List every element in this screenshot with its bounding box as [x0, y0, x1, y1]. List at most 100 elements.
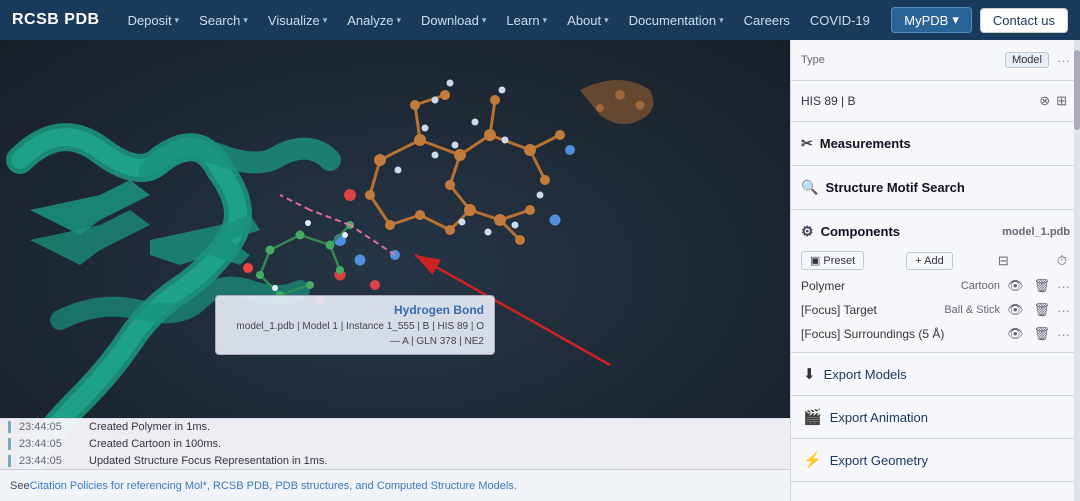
mypdb-button[interactable]: MyPDB ▾: [891, 7, 972, 33]
export-models-icon: ⬇: [803, 365, 816, 383]
export-models-row[interactable]: ⬇ Export Models: [791, 359, 1080, 389]
polymer-label: Polymer: [801, 279, 957, 293]
focus-target-label: [Focus] Target: [801, 303, 940, 317]
contact-button[interactable]: Contact us: [980, 8, 1068, 33]
components-title-row[interactable]: ⚙ Components model_1.pdb: [791, 216, 1080, 247]
log-time-2: 23:44:05: [19, 438, 79, 450]
add-button[interactable]: + Add: [906, 252, 952, 270]
type-value: Model: [1005, 52, 1049, 68]
polymer-row: Polymer Cartoon 👁 🗑 ···: [791, 274, 1080, 298]
focus-surroundings-eye-btn[interactable]: 👁: [1004, 325, 1027, 343]
chevron-down-icon: ▾: [243, 15, 248, 26]
his-label: HIS 89 | B: [801, 94, 1036, 108]
measurements-icon: ✂: [801, 135, 813, 152]
type-menu-icon[interactable]: ···: [1057, 53, 1070, 68]
focus-target-eye-btn[interactable]: 👁: [1004, 301, 1027, 319]
chevron-down-icon: ▾: [396, 15, 401, 26]
type-label: Type: [801, 54, 825, 66]
export-animation-icon: 🎬: [803, 408, 822, 426]
nav-learn[interactable]: Learn ▾: [496, 0, 557, 40]
footer-citation-link[interactable]: Citation Policies for referencing Mol*, …: [30, 480, 517, 492]
scrollbar-track[interactable]: [1074, 40, 1080, 501]
tooltip-title: Hydrogen Bond: [226, 301, 484, 319]
focus-surroundings-menu[interactable]: ···: [1057, 327, 1070, 342]
nav-about[interactable]: About ▾: [557, 0, 619, 40]
navbar: RCSB PDB Deposit ▾ Search ▾ Visualize ▾ …: [0, 0, 1080, 40]
focus-surroundings-delete-btn[interactable]: 🗑: [1030, 325, 1053, 343]
export-models-label: Export Models: [824, 367, 907, 382]
focus-target-menu[interactable]: ···: [1057, 303, 1070, 318]
type-row: Type Model ···: [791, 46, 1080, 74]
nav-analyze[interactable]: Analyze ▾: [337, 0, 411, 40]
nav-visualize[interactable]: Visualize ▾: [258, 0, 337, 40]
export-models-section[interactable]: ⬇ Export Models: [791, 353, 1080, 396]
nav-download[interactable]: Download ▾: [411, 0, 496, 40]
log-row-2: 23:44:05 Created Cartoon in 100ms.: [0, 436, 790, 453]
components-label: Components: [821, 224, 1003, 239]
polymer-style: Cartoon: [961, 280, 1000, 292]
components-file: model_1.pdb: [1002, 226, 1070, 238]
export-animation-section[interactable]: 🎬 Export Animation: [791, 396, 1080, 439]
focus-surroundings-label: [Focus] Surroundings (5 Å): [801, 327, 1000, 341]
preset-icon: ▣: [810, 254, 820, 267]
scrollbar-thumb[interactable]: [1074, 50, 1080, 130]
brand-logo[interactable]: RCSB PDB: [12, 11, 100, 29]
measurements-row[interactable]: ✂ Measurements: [791, 128, 1080, 159]
focus-surroundings-row: [Focus] Surroundings (5 Å) 👁 🗑 ···: [791, 322, 1080, 346]
log-panel: 23:44:05 Created Polymer in 1ms. 23:44:0…: [0, 418, 790, 469]
clock-icon[interactable]: ⏱: [1054, 252, 1070, 270]
type-section: Type Model ···: [791, 40, 1080, 81]
filter-icon[interactable]: ⊟: [995, 252, 1012, 270]
chevron-down-icon: ▾: [952, 12, 959, 28]
preset-button[interactable]: ▣ Preset: [801, 251, 864, 270]
polymer-menu[interactable]: ···: [1057, 279, 1070, 294]
log-row-1: 23:44:05 Created Polymer in 1ms.: [0, 419, 790, 436]
log-message-3: Updated Structure Focus Representation i…: [89, 455, 327, 467]
main-layout: Hydrogen Bond model_1.pdb | Model 1 | In…: [0, 40, 1080, 501]
measurements-section[interactable]: ✂ Measurements: [791, 122, 1080, 166]
focus-target-row: [Focus] Target Ball & Stick 👁 🗑 ···: [791, 298, 1080, 322]
export-geometry-label: Export Geometry: [830, 453, 928, 468]
his-expand-btn[interactable]: ⊞: [1053, 92, 1070, 110]
polymer-delete-btn[interactable]: 🗑: [1030, 277, 1053, 295]
export-geometry-row[interactable]: ⚡ Export Geometry: [791, 445, 1080, 475]
export-animation-label: Export Animation: [830, 410, 928, 425]
his-row: HIS 89 | B ⊗ ⊞: [791, 87, 1080, 115]
log-row-3: 23:44:05 Updated Structure Focus Represe…: [0, 453, 790, 469]
nav-documentation[interactable]: Documentation ▾: [619, 0, 734, 40]
export-animation-row[interactable]: 🎬 Export Animation: [791, 402, 1080, 432]
measurements-label: Measurements: [820, 136, 911, 151]
polymer-eye-btn[interactable]: 👁: [1004, 277, 1027, 295]
viewer-panel[interactable]: Hydrogen Bond model_1.pdb | Model 1 | In…: [0, 40, 790, 501]
components-icon: ⚙: [801, 223, 814, 240]
his-section: HIS 89 | B ⊗ ⊞: [791, 81, 1080, 122]
log-message-2: Created Cartoon in 100ms.: [89, 438, 221, 450]
nav-deposit[interactable]: Deposit ▾: [118, 0, 190, 40]
structure-motif-row[interactable]: 🔍 Structure Motif Search: [791, 172, 1080, 203]
export-geometry-section[interactable]: ⚡ Export Geometry: [791, 439, 1080, 482]
chevron-down-icon: ▾: [175, 15, 180, 26]
search-icon: 🔍: [801, 179, 818, 196]
structure-motif-label: Structure Motif Search: [825, 180, 964, 195]
log-time-1: 23:44:05: [19, 421, 79, 433]
components-actions: ▣ Preset + Add ⊟ ⏱: [791, 247, 1080, 274]
footer-bar: See Citation Policies for referencing Mo…: [0, 469, 790, 501]
chevron-down-icon: ▾: [604, 15, 609, 26]
components-section: ⚙ Components model_1.pdb ▣ Preset + Add …: [791, 210, 1080, 353]
structure-motif-section[interactable]: 🔍 Structure Motif Search: [791, 166, 1080, 210]
focus-target-delete-btn[interactable]: 🗑: [1030, 301, 1053, 319]
navbar-right: MyPDB ▾ Contact us: [891, 7, 1068, 33]
right-panel: Type Model ··· HIS 89 | B ⊗ ⊞ ✂ Measurem…: [790, 40, 1080, 501]
chevron-down-icon: ▾: [543, 15, 548, 26]
nav-covid[interactable]: COVID-19: [800, 0, 880, 40]
nav-careers[interactable]: Careers: [734, 0, 800, 40]
mol-tooltip: Hydrogen Bond model_1.pdb | Model 1 | In…: [215, 295, 495, 355]
chevron-down-icon: ▾: [719, 15, 724, 26]
his-close-btn[interactable]: ⊗: [1036, 92, 1053, 110]
chevron-down-icon: ▾: [482, 15, 487, 26]
mol-canvas[interactable]: Hydrogen Bond model_1.pdb | Model 1 | In…: [0, 40, 790, 501]
tooltip-detail: model_1.pdb | Model 1 | Instance 1_555 |…: [226, 319, 484, 349]
focus-target-style: Ball & Stick: [944, 304, 1000, 316]
nav-search[interactable]: Search ▾: [189, 0, 258, 40]
log-time-3: 23:44:05: [19, 455, 79, 467]
